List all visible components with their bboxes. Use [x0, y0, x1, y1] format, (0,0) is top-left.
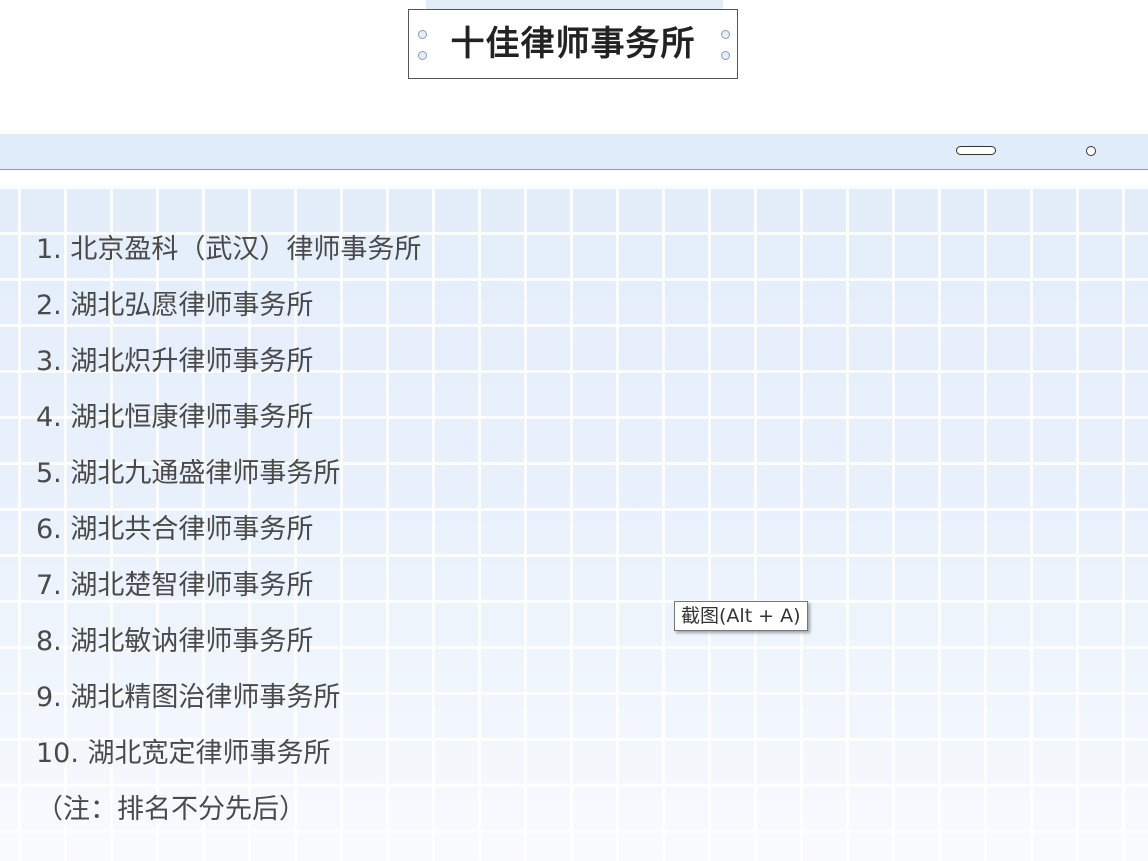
list-item: 9. 湖北精图治律师事务所 [36, 682, 341, 713]
page-title: 十佳律师事务所 [450, 24, 696, 64]
ranking-note: （注：排名不分先后） [36, 794, 306, 825]
list-item: 5. 湖北九通盛律师事务所 [36, 458, 341, 489]
circle-control[interactable] [1086, 146, 1096, 156]
title-tab [426, 0, 723, 9]
list-item: 7. 湖北楚智律师事务所 [36, 570, 314, 601]
list-item: 2. 湖北弘愿律师事务所 [36, 290, 314, 321]
list-item: 3. 湖北炽升律师事务所 [36, 346, 314, 377]
pill-control[interactable] [956, 146, 996, 155]
list-item: 4. 湖北恒康律师事务所 [36, 402, 314, 433]
title-textbox[interactable]: 十佳律师事务所 [408, 9, 738, 79]
law-firm-list: 1. 北京盈科（武汉）律师事务所 2. 湖北弘愿律师事务所 3. 湖北炽升律师事… [36, 226, 421, 786]
list-item: 1. 北京盈科（武汉）律师事务所 [36, 234, 422, 265]
screenshot-tooltip: 截图(Alt + A) [674, 601, 808, 631]
list-item: 6. 湖北共合律师事务所 [36, 514, 314, 545]
list-item: 10. 湖北宽定律师事务所 [36, 738, 331, 769]
slide-page: 十佳律师事务所 1. 北京盈科（武汉）律师事务所 2. 湖北弘愿律师事务所 3.… [0, 0, 1148, 861]
toolbar-strip [0, 134, 1148, 170]
list-item: 8. 湖北敏讷律师事务所 [36, 626, 314, 657]
